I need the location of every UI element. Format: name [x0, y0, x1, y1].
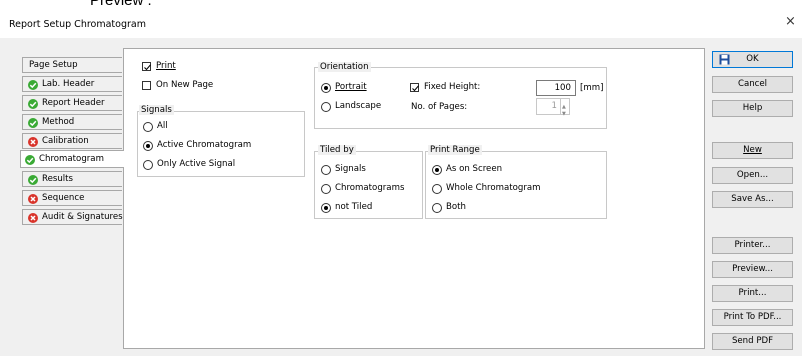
portrait-radio[interactable] [321, 83, 331, 93]
check-circle-icon [28, 80, 38, 90]
tab-label: Method [42, 117, 75, 127]
fixed-height-checkbox[interactable] [410, 83, 419, 92]
checkmark-icon [412, 85, 419, 92]
signals-all-label: All [157, 121, 168, 131]
not-tiled-radio[interactable] [321, 203, 331, 213]
fixed-height-unit: [mm] [580, 83, 604, 93]
print-to-pdf-button[interactable]: Print To PDF... [712, 309, 793, 326]
tab-label: Report Header [42, 98, 105, 108]
both-label: Both [446, 202, 466, 212]
tab-label: Sequence [42, 193, 85, 203]
preview-button[interactable]: Preview... [712, 261, 793, 278]
ok-label: OK [746, 54, 759, 64]
pages-value: 1 [551, 101, 557, 111]
as-on-screen-label: As on Screen [446, 164, 503, 174]
spin-down-icon[interactable]: ▼ [562, 107, 566, 122]
landscape-radio[interactable] [321, 102, 331, 112]
whole-chromatogram-radio[interactable] [432, 184, 442, 194]
print-checkbox[interactable] [142, 62, 151, 71]
signals-all-radio[interactable] [143, 122, 153, 132]
tab-label: Lab. Header [42, 79, 95, 89]
error-circle-icon [28, 137, 38, 147]
save-as-button[interactable]: Save As... [712, 191, 793, 208]
tab-label: Chromatogram [39, 154, 104, 164]
on-new-page-checkbox[interactable] [142, 81, 151, 90]
tab-method[interactable]: Method [22, 114, 122, 130]
tiled-signals-label: Signals [335, 164, 366, 174]
tab-label: Results [42, 174, 74, 184]
error-circle-icon [28, 194, 38, 204]
tab-label: Calibration [42, 136, 89, 146]
print-range-group-title: Print Range [428, 145, 482, 155]
tiled-signals-radio[interactable] [321, 165, 331, 175]
pages-spin-buttons[interactable]: ▲ ▼ [560, 99, 569, 117]
send-pdf-button[interactable]: Send PDF [712, 333, 793, 350]
ok-button[interactable]: OK [712, 51, 793, 68]
new-button[interactable]: New [712, 142, 793, 159]
on-new-page-label: On New Page [156, 80, 214, 90]
tab-results[interactable]: Results [22, 171, 122, 187]
as-on-screen-radio[interactable] [432, 165, 442, 175]
tab-chromatogram[interactable]: Chromatogram [20, 150, 124, 168]
new-label: New [743, 145, 762, 155]
check-circle-icon [28, 118, 38, 128]
fixed-height-input[interactable]: 100 [536, 80, 576, 96]
check-circle-icon [28, 175, 38, 185]
both-radio[interactable] [432, 203, 442, 213]
checkmark-icon [144, 64, 151, 71]
tab-audit-signatures[interactable]: Audit & Signatures [22, 209, 123, 225]
orientation-group-title: Orientation [318, 62, 371, 72]
fixed-height-label: Fixed Height: [424, 82, 481, 92]
save-icon [719, 54, 730, 65]
signals-group-title: Signals [139, 105, 174, 115]
signals-active-chromatogram-radio[interactable] [143, 141, 153, 151]
pages-spinbox[interactable]: 1 ▲ ▼ [536, 98, 570, 117]
tab-calibration[interactable]: Calibration [22, 133, 122, 149]
tab-lab-header[interactable]: Lab. Header [22, 76, 122, 92]
window-title: Report Setup Chromatogram [9, 19, 146, 30]
tiled-chromatograms-radio[interactable] [321, 184, 331, 194]
open-button[interactable]: Open... [712, 167, 793, 184]
tiled-by-group-title: Tiled by [318, 145, 356, 155]
whole-chromatogram-label: Whole Chromatogram [446, 183, 541, 193]
portrait-label: Portrait [335, 82, 367, 92]
signals-active-chromatogram-label: Active Chromatogram [157, 140, 252, 150]
tab-label: Audit & Signatures [42, 212, 123, 222]
signals-only-active-radio[interactable] [143, 160, 153, 170]
check-circle-icon [28, 99, 38, 109]
tab-sequence[interactable]: Sequence [22, 190, 122, 206]
tab-report-header[interactable]: Report Header [22, 95, 122, 111]
signals-only-active-label: Only Active Signal [157, 159, 236, 169]
print-label: Print [156, 61, 176, 71]
landscape-label: Landscape [335, 101, 382, 111]
tab-page-setup[interactable]: Page Setup [22, 57, 122, 73]
not-tiled-label: not Tiled [335, 202, 373, 212]
print-button[interactable]: Print... [712, 285, 793, 302]
background-window-text: Preview . [90, 0, 152, 9]
error-circle-icon [28, 213, 38, 223]
printer-button[interactable]: Printer... [712, 237, 793, 254]
cancel-button[interactable]: Cancel [712, 76, 793, 93]
help-button[interactable]: Help [712, 100, 793, 117]
pages-label: No. of Pages: [411, 102, 468, 112]
tiled-chromatograms-label: Chromatograms [335, 183, 405, 193]
close-icon[interactable]: × [785, 14, 796, 29]
tab-label: Page Setup [29, 60, 78, 70]
check-circle-icon [25, 155, 35, 165]
